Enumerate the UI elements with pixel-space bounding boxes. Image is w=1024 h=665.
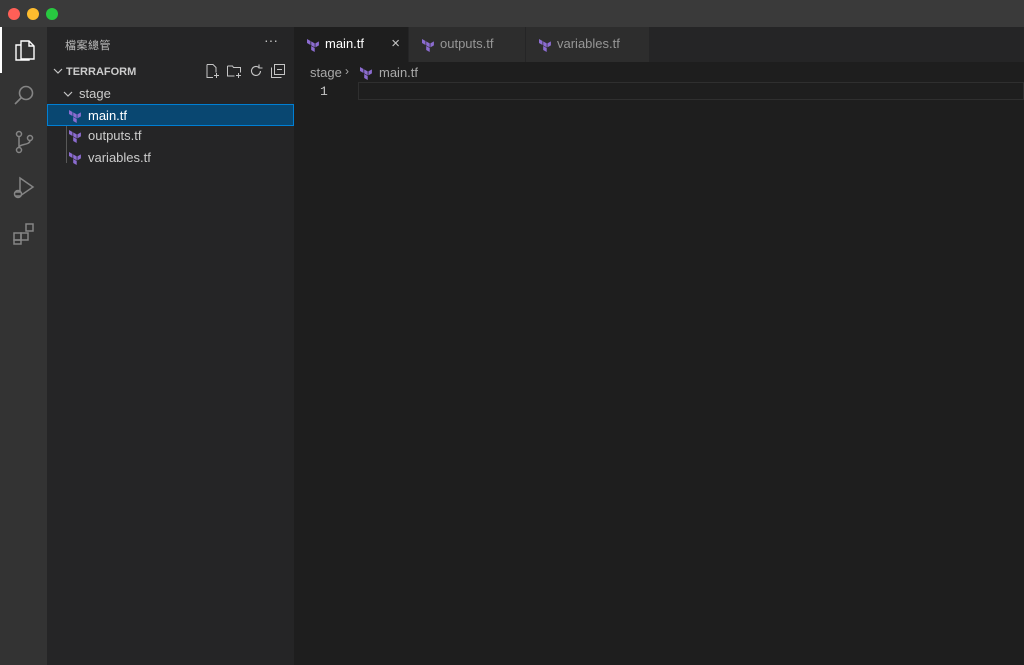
editor-tab-bar: main.tf × outputs.tf variables.tf xyxy=(294,27,1024,62)
breadcrumb-file[interactable]: main.tf xyxy=(379,65,418,80)
search-icon xyxy=(13,85,33,105)
file-label: main.tf xyxy=(88,108,128,123)
activity-search[interactable] xyxy=(0,73,47,119)
activity-bar xyxy=(0,27,47,665)
terraform-icon xyxy=(360,67,372,80)
new-folder-icon xyxy=(227,65,241,78)
explorer-title: 檔案總管 xyxy=(65,40,111,52)
chevron-down-icon xyxy=(53,68,63,74)
run-debug-icon xyxy=(13,176,34,199)
close-icon[interactable]: × xyxy=(391,35,400,52)
terraform-icon xyxy=(539,39,551,52)
tree-file-variables[interactable]: variables.tf xyxy=(47,147,294,169)
refresh-icon xyxy=(250,64,263,76)
new-folder-button[interactable] xyxy=(226,63,242,79)
source-control-icon xyxy=(15,130,33,154)
tab-label: variables.tf xyxy=(557,36,620,51)
collapse-all-button[interactable] xyxy=(270,63,286,79)
workspace-section-header[interactable]: TERRAFORM xyxy=(47,62,294,84)
workspace-title: TERRAFORM xyxy=(66,66,137,78)
tab-label: outputs.tf xyxy=(440,36,494,51)
breadcrumb-folder[interactable]: stage xyxy=(310,65,342,80)
activity-extensions[interactable] xyxy=(0,211,47,257)
line-number: 1 xyxy=(320,84,328,99)
tree-file-outputs[interactable]: outputs.tf xyxy=(47,125,294,147)
tab-label: main.tf xyxy=(325,36,365,51)
activity-source-control[interactable] xyxy=(0,119,47,165)
tree-folder-stage[interactable]: stage xyxy=(47,83,294,105)
extensions-icon xyxy=(12,223,34,245)
collapse-all-icon xyxy=(271,64,285,78)
chevron-down-icon xyxy=(63,91,73,97)
new-file-button[interactable] xyxy=(204,63,220,79)
terraform-icon xyxy=(422,39,434,52)
refresh-button[interactable] xyxy=(248,63,264,79)
window-maximize-button[interactable] xyxy=(46,8,58,20)
explorer-sidebar: 檔案總管 ··· TERRAFORM stage main.tf outputs… xyxy=(47,27,294,665)
window-minimize-button[interactable] xyxy=(27,8,39,20)
tree-file-main[interactable]: main.tf xyxy=(47,104,294,126)
breadcrumb: stage › main.tf xyxy=(294,62,1024,84)
folder-label: stage xyxy=(79,86,111,101)
terraform-icon xyxy=(307,39,319,52)
terraform-icon xyxy=(69,130,81,143)
files-icon xyxy=(14,40,35,61)
current-line-highlight xyxy=(358,82,1024,100)
tab-outputs-tf[interactable]: outputs.tf xyxy=(409,27,525,62)
file-label: outputs.tf xyxy=(88,128,142,143)
activity-explorer[interactable] xyxy=(0,27,47,73)
window-close-button[interactable] xyxy=(8,8,20,20)
code-editor[interactable]: 1 xyxy=(294,82,1024,665)
file-label: variables.tf xyxy=(88,150,151,165)
breadcrumb-separator: › xyxy=(345,64,349,78)
title-bar xyxy=(0,0,1024,27)
tab-main-tf[interactable]: main.tf × xyxy=(294,27,408,62)
more-actions-button[interactable]: ··· xyxy=(264,32,278,48)
terraform-icon xyxy=(69,152,81,165)
activity-run-debug[interactable] xyxy=(0,165,47,211)
new-file-icon xyxy=(206,64,219,78)
terraform-icon xyxy=(69,110,81,123)
tab-variables-tf[interactable]: variables.tf xyxy=(526,27,649,62)
